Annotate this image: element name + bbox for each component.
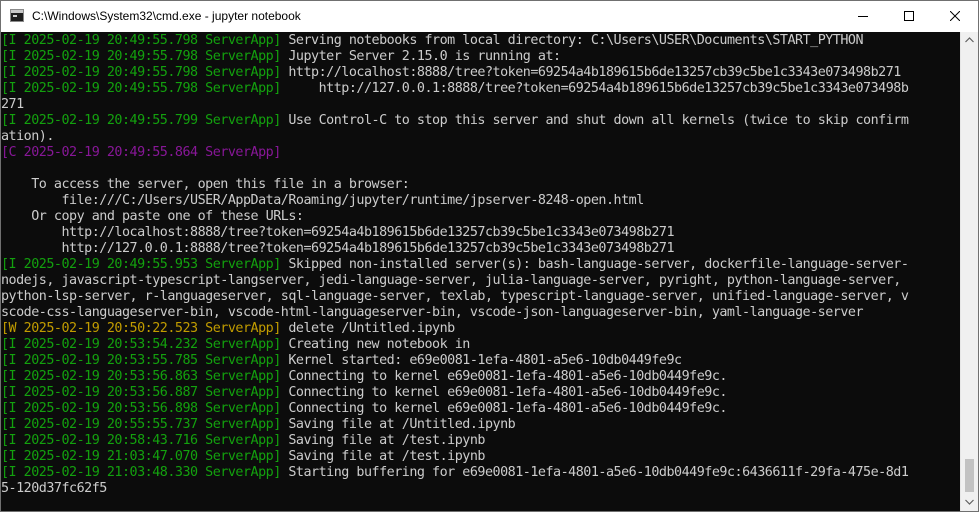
log-prefix: [I 2025-02-19 20:55:55.737 ServerApp] [1, 417, 281, 432]
log-message: Creating new notebook in [280, 337, 470, 352]
maximize-icon [904, 11, 914, 21]
log-prefix: [I 2025-02-19 20:49:55.798 ServerApp] [1, 81, 281, 96]
console-line: http://localhost:8888/tree?token=69254a4… [1, 225, 674, 241]
console-line: [I 2025-02-19 20:49:55.953 ServerApp] Sk… [1, 257, 909, 273]
cmd-app-icon[interactable] [10, 9, 24, 22]
scroll-down-arrow-icon [965, 499, 974, 505]
log-message: http://localhost:8888/tree?token=69254a4… [1, 225, 675, 240]
console-line: [I 2025-02-19 20:55:55.737 ServerApp] Sa… [1, 417, 516, 433]
title-bar[interactable]: C:\Windows\System32\cmd.exe - jupyter no… [1, 1, 978, 32]
console-output[interactable]: [I 2025-02-19 20:49:55.798 ServerApp] Se… [1, 32, 960, 511]
log-message: http://127.0.0.1:8888/tree?token=69254a4… [280, 81, 909, 96]
scroll-down-button[interactable] [961, 494, 978, 511]
log-message: file:///C:/Users/USER/AppData/Roaming/ju… [1, 193, 644, 208]
scroll-thumb[interactable] [965, 459, 974, 492]
console-line: [C 2025-02-19 20:49:55.864 ServerApp] [1, 145, 281, 161]
log-message: Saving file at /Untitled.ipynb [280, 417, 516, 432]
console-line: http://127.0.0.1:8888/tree?token=69254a4… [1, 241, 674, 257]
minimize-icon [858, 16, 868, 17]
close-button[interactable] [932, 1, 978, 32]
log-prefix: [I 2025-02-19 21:03:48.330 ServerApp] [1, 465, 281, 480]
log-message: http://localhost:8888/tree?token=69254a4… [280, 65, 901, 80]
log-prefix: [I 2025-02-19 20:53:56.898 ServerApp] [1, 401, 281, 416]
log-prefix: [I 2025-02-19 20:53:55.785 ServerApp] [1, 353, 281, 368]
log-message: Saving file at /test.ipynb [280, 449, 485, 464]
log-message: Or copy and paste one of these URLs: [1, 209, 304, 224]
log-message: To access the server, open this file in … [1, 177, 410, 192]
console-line: [I 2025-02-19 20:58:43.716 ServerApp] Sa… [1, 433, 485, 449]
log-prefix: [I 2025-02-19 20:53:54.232 ServerApp] [1, 337, 281, 352]
console-line: [I 2025-02-19 20:49:55.799 ServerApp] Us… [1, 113, 909, 129]
console-line: [W 2025-02-19 20:50:22.523 ServerApp] de… [1, 321, 455, 337]
log-prefix: [I 2025-02-19 21:03:47.070 ServerApp] [1, 449, 281, 464]
console-line: Or copy and paste one of these URLs: [1, 209, 304, 225]
log-message: 271 [1, 97, 24, 112]
log-message: ation). [1, 129, 54, 144]
log-message: Connecting to kernel e69e0081-1efa-4801-… [280, 385, 727, 400]
log-prefix: [I 2025-02-19 20:49:55.953 ServerApp] [1, 257, 281, 272]
log-message: Jupyter Server 2.15.0 is running at: [280, 49, 561, 64]
console-line: [I 2025-02-19 20:49:55.798 ServerApp] ht… [1, 81, 909, 97]
console-line: nodejs, javascript-typescript-langserver… [1, 273, 901, 289]
close-icon [950, 11, 960, 21]
console-line: 271 [1, 97, 24, 113]
console-line: python-lsp-server, r-languageserver, sql… [1, 289, 909, 305]
console-line: ation). [1, 129, 54, 145]
log-message: 5-120d37fc62f5 [1, 481, 107, 496]
vertical-scrollbar[interactable] [960, 32, 978, 511]
log-prefix: [I 2025-02-19 20:53:56.887 ServerApp] [1, 385, 281, 400]
log-prefix: [W 2025-02-19 20:50:22.523 ServerApp] [1, 321, 281, 336]
console-line: To access the server, open this file in … [1, 177, 410, 193]
console-line: [I 2025-02-19 20:49:55.798 ServerApp] ht… [1, 65, 901, 81]
log-prefix: [I 2025-02-19 20:49:55.798 ServerApp] [1, 65, 281, 80]
log-message: Connecting to kernel e69e0081-1efa-4801-… [280, 401, 727, 416]
maximize-button[interactable] [886, 1, 932, 32]
log-prefix: [I 2025-02-19 20:58:43.716 ServerApp] [1, 433, 281, 448]
console-line: [I 2025-02-19 21:03:47.070 ServerApp] Sa… [1, 449, 485, 465]
log-message: Connecting to kernel e69e0081-1efa-4801-… [280, 369, 727, 384]
console-line: [I 2025-02-19 20:49:55.798 ServerApp] Ju… [1, 49, 561, 65]
log-prefix: [I 2025-02-19 20:49:55.799 ServerApp] [1, 113, 281, 128]
console-line: [I 2025-02-19 20:53:56.863 ServerApp] Co… [1, 369, 727, 385]
console-line: [I 2025-02-19 20:53:55.785 ServerApp] Ke… [1, 353, 682, 369]
log-message: scode-css-languageserver-bin, vscode-htm… [1, 305, 864, 320]
scroll-up-button[interactable] [961, 32, 978, 49]
console-line: [I 2025-02-19 21:03:48.330 ServerApp] St… [1, 465, 909, 481]
window-title: C:\Windows\System32\cmd.exe - jupyter no… [32, 9, 301, 23]
log-message: python-lsp-server, r-languageserver, sql… [1, 289, 909, 304]
minimize-button[interactable] [840, 1, 886, 32]
console-line: [I 2025-02-19 20:53:56.898 ServerApp] Co… [1, 401, 727, 417]
log-message: Kernel started: e69e0081-1efa-4801-a5e6-… [280, 353, 682, 368]
log-message: Skipped non-installed server(s): bash-la… [280, 257, 909, 272]
console-line: scode-css-languageserver-bin, vscode-htm… [1, 305, 864, 321]
log-prefix: [I 2025-02-19 20:53:56.863 ServerApp] [1, 369, 281, 384]
log-message: Serving notebooks from local directory: … [280, 33, 864, 48]
scroll-up-arrow-icon [965, 37, 974, 43]
log-message: http://127.0.0.1:8888/tree?token=69254a4… [1, 241, 675, 256]
log-prefix: [I 2025-02-19 20:49:55.798 ServerApp] [1, 49, 281, 64]
log-message: Starting buffering for e69e0081-1efa-480… [280, 465, 909, 480]
log-message: delete /Untitled.ipynb [280, 321, 455, 336]
console-line: file:///C:/Users/USER/AppData/Roaming/ju… [1, 193, 644, 209]
log-message: nodejs, javascript-typescript-langserver… [1, 273, 901, 288]
log-message: Use Control-C to stop this server and sh… [280, 113, 909, 128]
cmd-window: C:\Windows\System32\cmd.exe - jupyter no… [0, 0, 979, 512]
log-prefix: [C 2025-02-19 20:49:55.864 ServerApp] [1, 145, 281, 160]
console-line: [I 2025-02-19 20:53:54.232 ServerApp] Cr… [1, 337, 470, 353]
log-prefix: [I 2025-02-19 20:49:55.798 ServerApp] [1, 33, 281, 48]
console-line: [I 2025-02-19 20:49:55.798 ServerApp] Se… [1, 33, 864, 49]
console-line: [I 2025-02-19 20:53:56.887 ServerApp] Co… [1, 385, 727, 401]
log-message: Saving file at /test.ipynb [280, 433, 485, 448]
console-line: 5-120d37fc62f5 [1, 481, 107, 497]
